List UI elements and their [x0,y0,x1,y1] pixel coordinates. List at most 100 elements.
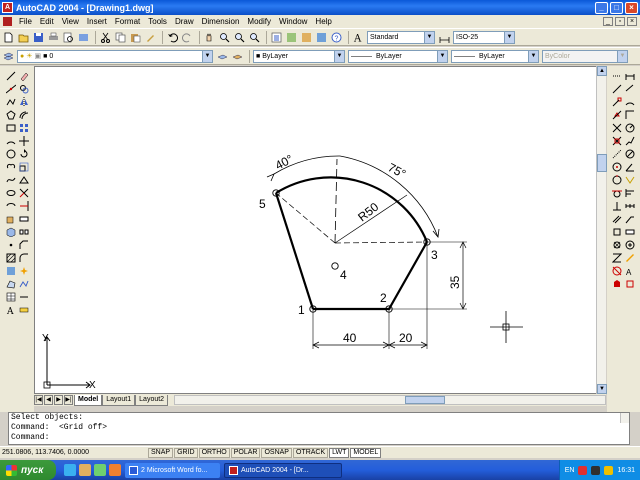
snap-center-icon[interactable] [611,161,623,173]
ie-icon[interactable] [64,464,76,476]
circle-icon[interactable] [5,148,17,160]
menu-window[interactable]: Window [275,17,311,26]
explorer-icon[interactable] [79,464,91,476]
line-icon[interactable] [5,70,17,82]
menu-draw[interactable]: Draw [171,17,198,26]
taskbar-item-autocad[interactable]: AutoCAD 2004 - [Dr... [224,462,342,478]
snap-toggle[interactable]: SNAP [148,447,174,458]
snap-tangent-icon[interactable] [611,187,623,199]
tool-palettes-icon[interactable] [300,31,313,44]
text-style-select[interactable]: Standard ▼ [367,30,435,44]
match-properties-icon[interactable] [144,31,157,44]
grid-toggle[interactable]: GRID [174,447,198,458]
undo-icon[interactable] [166,31,179,44]
menu-modify[interactable]: Modify [243,17,275,26]
snap-intersection-icon[interactable] [611,122,623,134]
menu-edit[interactable]: Edit [36,17,58,26]
insert-block-icon[interactable] [5,213,17,225]
multiline-text-icon[interactable]: A [5,304,17,316]
make-block-icon[interactable] [5,226,17,238]
dimension-text-edit-icon[interactable]: A [624,265,636,277]
text-style-icon[interactable]: A [352,31,365,44]
extend-icon[interactable] [18,200,30,212]
ortho-toggle[interactable]: ORTHO [198,447,230,458]
doc-close-button[interactable]: × [627,17,637,26]
vertical-scroll-thumb[interactable] [597,154,607,172]
layer-manager-icon[interactable] [2,50,15,63]
vertical-scrollbar[interactable]: ▲ ▼ [596,66,607,394]
title-bar[interactable]: A AutoCAD 2004 - [Drawing1.dwg] _ □ × [0,0,640,15]
angular-dimension-icon[interactable] [624,161,636,173]
table-icon[interactable] [5,291,17,303]
taskbar-item-word[interactable]: 2 Microsoft Word fo... [125,462,220,478]
minimize-button[interactable]: _ [595,1,608,14]
offset-icon[interactable] [18,109,30,121]
drawing-area[interactable]: 1 2 3 4 5 40° 75° R50 35 40 20 Y X [34,66,606,394]
quick-dimension-icon[interactable] [624,174,636,186]
copy-icon[interactable] [114,31,127,44]
scroll-down-icon[interactable]: ▼ [597,384,607,394]
snap-from-icon[interactable] [611,83,623,95]
lineweight-select[interactable]: ——— ByLayer ▼ [451,49,539,63]
autocad-app-icon[interactable]: A [2,2,13,13]
zoom-realtime-icon[interactable] [218,31,231,44]
mirror-icon[interactable] [18,96,30,108]
chevron-down-icon[interactable]: ▼ [424,31,434,43]
chevron-down-icon[interactable]: ▼ [202,50,212,62]
chevron-down-icon[interactable]: ▼ [334,50,344,62]
lwt-toggle[interactable]: LWT [329,447,350,458]
snap-endpoint-icon[interactable] [611,96,623,108]
doc-minimize-button[interactable]: _ [603,17,613,26]
array-icon[interactable] [18,122,30,134]
linetype-select[interactable]: ——— ByLayer ▼ [348,49,448,63]
center-mark-icon[interactable] [624,239,636,251]
print-icon[interactable] [47,31,60,44]
ellipse-icon[interactable] [5,187,17,199]
quick-leader-icon[interactable] [624,213,636,225]
publish-icon[interactable] [77,31,90,44]
spline-icon[interactable] [5,174,17,186]
explode-icon[interactable] [18,265,30,277]
continue-dimension-icon[interactable] [624,200,636,212]
tab-prev-icon[interactable]: ◀ [44,395,53,405]
command-window[interactable]: Select objects: Command: <Grid off> Comm… [8,412,630,445]
scale-icon[interactable] [18,161,30,173]
snap-perpendicular-icon[interactable] [611,200,623,212]
snap-extension-icon[interactable] [611,148,623,160]
trim-icon[interactable] [18,187,30,199]
diameter-dimension-icon[interactable] [624,148,636,160]
tab-layout1[interactable]: Layout1 [102,394,136,406]
model-toggle[interactable]: MODEL [350,447,382,458]
redo-icon[interactable] [181,31,194,44]
hatch-icon[interactable] [5,252,17,264]
arc-length-icon[interactable] [624,96,636,108]
maximize-button[interactable]: □ [610,1,623,14]
color-select[interactable]: ■ ByLayer ▼ [253,49,345,63]
drawing-svg[interactable]: 1 2 3 4 5 40° 75° R50 35 40 20 Y X [35,67,606,394]
tab-next-icon[interactable]: ▶ [54,395,63,405]
tab-layout2[interactable]: Layout2 [135,394,169,406]
snap-quadrant-icon[interactable] [611,174,623,186]
media-icon[interactable] [109,464,121,476]
construction-line-icon[interactable] [5,83,17,95]
horizontal-scrollbar[interactable] [174,395,606,405]
chamfer-icon[interactable] [18,239,30,251]
menu-dimension[interactable]: Dimension [198,17,244,26]
break-icon[interactable] [18,226,30,238]
polygon-icon[interactable] [5,109,17,121]
tape-measure-icon[interactable] [18,304,30,316]
snap-none-icon[interactable] [611,265,623,277]
chevron-down-icon[interactable]: ▼ [528,50,538,62]
otrack-toggle[interactable]: OTRACK [292,447,329,458]
dimension-edit-icon[interactable] [624,252,636,264]
pan-icon[interactable] [203,31,216,44]
menu-file[interactable]: File [15,17,36,26]
osnap-toggle[interactable]: OSNAP [261,447,292,458]
snap-midpoint-icon[interactable] [611,109,623,121]
design-center-icon[interactable] [285,31,298,44]
polyline-icon[interactable] [5,96,17,108]
dimension-update-icon[interactable] [624,278,636,290]
help-icon[interactable]: ? [330,31,343,44]
baseline-dimension-icon[interactable] [624,187,636,199]
temporary-track-icon[interactable] [611,70,623,82]
